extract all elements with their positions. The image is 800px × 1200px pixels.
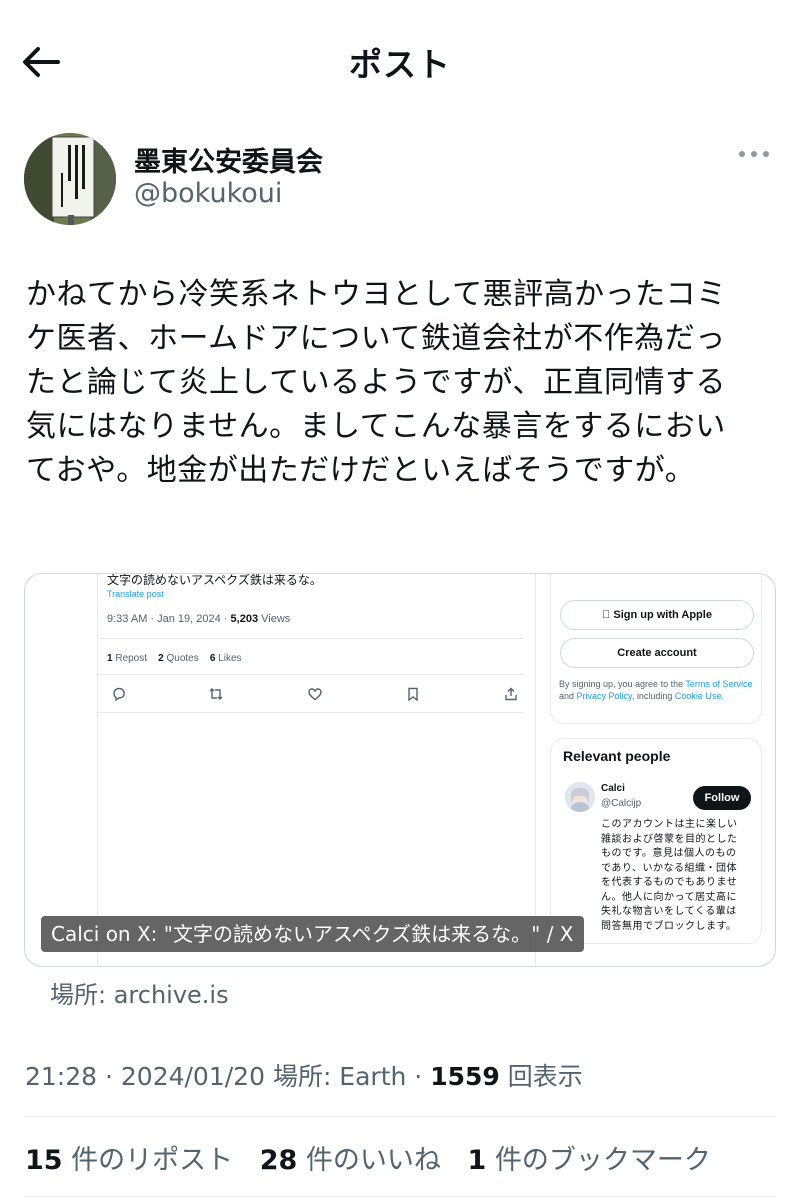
shot-engagement: 1 Repost 2 Quotes 6 Likes bbox=[107, 653, 242, 664]
top-bar: ポスト bbox=[0, 0, 800, 120]
author-name[interactable]: 墨東公安委員会 bbox=[134, 140, 323, 179]
shot-person-handle: @Calcijp bbox=[601, 798, 642, 809]
divider bbox=[24, 1116, 776, 1117]
card-source-link[interactable]: 場所: archive.is bbox=[50, 975, 229, 1010]
link-preview-card[interactable]: 文字の読めないアスペクズ鉄は来るな。 Translate post 9:33 A… bbox=[24, 573, 776, 967]
post-location[interactable]: 場所: Earth bbox=[273, 1062, 406, 1091]
card-title-caption: Calci on X: "文字の読めないアスペクズ鉄は来るな。" / X bbox=[41, 916, 584, 952]
view-count: 1559 bbox=[430, 1062, 500, 1091]
view-count-label: 回表示 bbox=[499, 1062, 583, 1091]
shot-divider bbox=[97, 638, 524, 639]
shot-create-account-button: Create account bbox=[560, 638, 754, 668]
shot-follow-button: Follow bbox=[693, 786, 751, 810]
card-screenshot: 文字の読めないアスペクズ鉄は来るな。 Translate post 9:33 A… bbox=[25, 573, 775, 966]
share-icon bbox=[505, 687, 517, 701]
engagement-stats: 15 件のリポスト 28 件のいいね 1 件のブックマーク bbox=[25, 1138, 729, 1177]
post-timestamp[interactable]: 21:28 · 2024/01/20 bbox=[25, 1062, 273, 1091]
avatar[interactable] bbox=[24, 133, 116, 225]
shot-person-bio: このアカウントは主に楽しい 雑談および啓蒙を目的とした ものです。意見は個人のも… bbox=[601, 819, 738, 932]
apple-icon:  bbox=[602, 609, 610, 621]
shot-relevant-heading: Relevant people bbox=[563, 748, 671, 764]
shot-apple-button:  Sign up with Apple bbox=[560, 600, 754, 630]
shot-divider bbox=[97, 712, 524, 713]
likes-stat[interactable]: 28 件のいいね bbox=[260, 1145, 441, 1176]
post-author: 墨東公安委員会 @bokukoui bbox=[24, 130, 776, 230]
shot-terms: By signing up, you agree to the Terms of… bbox=[559, 679, 753, 701]
shot-timestamp: 9:33 AM · Jan 19, 2024 · 5,203 Views bbox=[107, 613, 291, 625]
bookmark-icon bbox=[408, 687, 418, 702]
shot-translate-link: Translate post bbox=[107, 589, 164, 599]
shot-post-text: 文字の読めないアスペクズ鉄は来るな。 bbox=[107, 573, 322, 587]
post-meta: 21:28 · 2024/01/20 場所: Earth · 1559 回表示 bbox=[25, 1057, 583, 1093]
shot-person-name: Calci bbox=[601, 783, 625, 794]
shot-divider bbox=[97, 674, 524, 675]
more-options-icon[interactable] bbox=[736, 144, 772, 164]
column-divider bbox=[97, 574, 98, 966]
post-text: かねてから冷笑系ネトウヨとして悪評高かったコミ ケ医者、ホームドアについて鉄道会… bbox=[26, 277, 727, 488]
repost-icon bbox=[209, 688, 223, 700]
author-handle[interactable]: @bokukoui bbox=[134, 178, 282, 209]
page-title: ポスト bbox=[349, 45, 451, 84]
meta-separator: · bbox=[406, 1062, 431, 1091]
bookmarks-stat[interactable]: 1 件のブックマーク bbox=[468, 1145, 711, 1176]
reposts-stat[interactable]: 15 件のリポスト bbox=[25, 1145, 233, 1176]
avatar-image bbox=[24, 133, 116, 225]
column-divider bbox=[535, 574, 536, 966]
reply-icon bbox=[113, 687, 125, 702]
divider bbox=[24, 1196, 776, 1197]
like-icon bbox=[308, 688, 322, 701]
shot-person-avatar bbox=[565, 782, 595, 812]
